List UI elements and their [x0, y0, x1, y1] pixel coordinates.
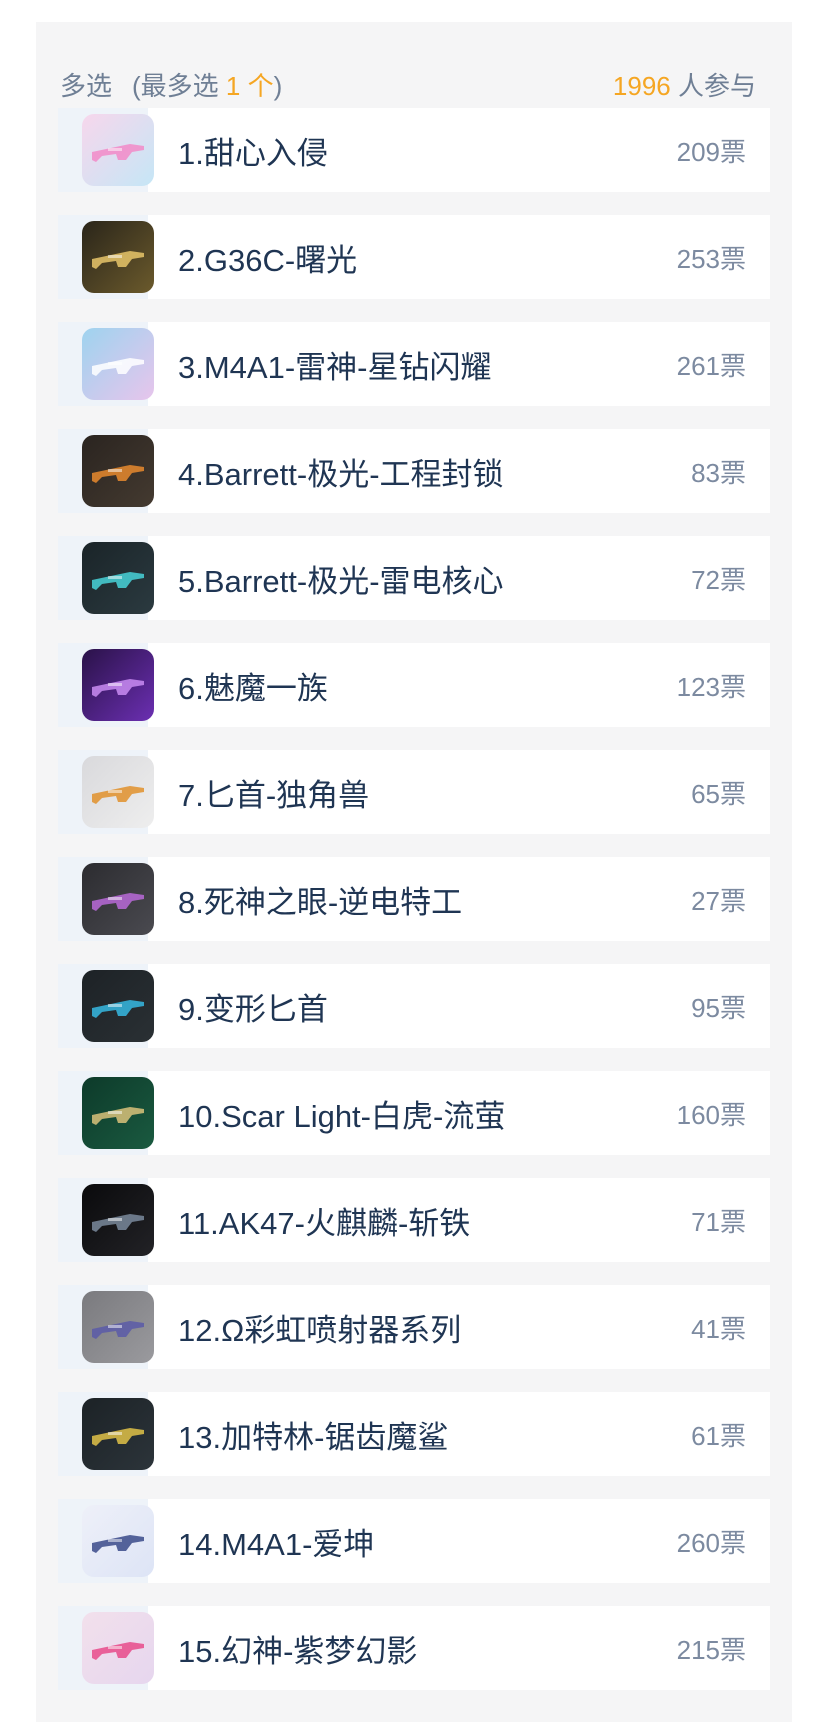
selection-mode: 多选 (最多选 1 个) [60, 66, 282, 103]
reaper-eye-thumbnail [82, 863, 154, 935]
poll-option[interactable]: 8.死神之眼-逆电特工 27票 [58, 857, 770, 941]
transform-dagger-thumbnail [82, 970, 154, 1042]
m4a1-thor-thumbnail [82, 328, 154, 400]
vote-count: 209票 [676, 136, 746, 167]
vote-count: 123票 [676, 671, 746, 702]
vote-count: 215票 [676, 1634, 746, 1665]
option-label: 15.幻神-紫梦幻影 [178, 1633, 418, 1669]
poll-option[interactable]: 11.AK47-火麒麟-斩铁 71票 [58, 1178, 770, 1262]
succubus-thumbnail [82, 649, 154, 721]
poll-option[interactable]: 6.魅魔一族 123票 [58, 643, 770, 727]
option-label: 8.死神之眼-逆电特工 [178, 884, 463, 920]
option-label: 1.甜心入侵 [178, 135, 328, 171]
option-label: 6.魅魔一族 [178, 670, 328, 706]
barrett-aurora-thunder-thumbnail [82, 542, 154, 614]
vote-count: 260票 [676, 1527, 746, 1558]
sweetheart-gun-thumbnail [82, 114, 154, 186]
option-label: 13.加特林-锯齿魔鲨 [178, 1419, 449, 1455]
scar-light-tiger-thumbnail [82, 1077, 154, 1149]
poll-option[interactable]: 10.Scar Light-白虎-流萤 160票 [58, 1071, 770, 1155]
poll-option[interactable]: 1.甜心入侵 209票 [58, 108, 770, 192]
poll-header: 多选 (最多选 1 个) 1996 人参与 [60, 62, 756, 106]
option-label: 10.Scar Light-白虎-流萤 [178, 1098, 506, 1134]
g36c-dawn-thumbnail [82, 221, 154, 293]
option-label: 7.匕首-独角兽 [178, 777, 370, 813]
poll-option[interactable]: 5.Barrett-极光-雷电核心 72票 [58, 536, 770, 620]
poll-option[interactable]: 14.M4A1-爱坤 260票 [58, 1499, 770, 1583]
mode-label: 多选 [60, 70, 113, 101]
poll-option[interactable]: 7.匕首-独角兽 65票 [58, 750, 770, 834]
poll-option[interactable]: 2.G36C-曙光 253票 [58, 215, 770, 299]
vote-count: 160票 [676, 1099, 746, 1130]
poll-option[interactable]: 3.M4A1-雷神-星钻闪耀 261票 [58, 322, 770, 406]
vote-count: 72票 [691, 564, 746, 595]
vote-count: 253票 [676, 243, 746, 274]
option-label: 9.变形匕首 [178, 991, 328, 1027]
phantom-purple-dream-thumbnail [82, 1612, 154, 1684]
option-label: 12.Ω彩虹喷射器系列 [178, 1312, 462, 1348]
poll-option[interactable]: 12.Ω彩虹喷射器系列 41票 [58, 1285, 770, 1369]
vote-count: 83票 [691, 457, 746, 488]
vote-count: 261票 [676, 350, 746, 381]
limit-count: 1 个 [225, 70, 274, 101]
poll-panel: 多选 (最多选 1 个) 1996 人参与 1.甜心入侵 209票 2.G36C-曙光… [36, 22, 792, 1722]
vote-count: 27票 [691, 885, 746, 916]
barrett-aurora-engineering-thumbnail [82, 435, 154, 507]
participants: 1996 人参与 [613, 66, 756, 103]
option-label: 4.Barrett-极光-工程封锁 [178, 456, 504, 492]
option-label: 5.Barrett-极光-雷电核心 [178, 563, 504, 599]
option-label: 3.M4A1-雷神-星钻闪耀 [178, 349, 492, 385]
gatling-shark-thumbnail [82, 1398, 154, 1470]
dagger-unicorn-thumbnail [82, 756, 154, 828]
option-label: 11.AK47-火麒麟-斩铁 [178, 1205, 471, 1241]
poll-option-list: 1.甜心入侵 209票 2.G36C-曙光 253票 3.M4A1-雷神-星钻闪耀 261… [58, 108, 770, 1713]
m4a1-aikun-thumbnail [82, 1505, 154, 1577]
limit-prefix: (最多选 [132, 70, 226, 101]
vote-count: 95票 [691, 992, 746, 1023]
vote-count: 71票 [691, 1206, 746, 1237]
poll-option[interactable]: 9.变形匕首 95票 [58, 964, 770, 1048]
option-label: 2.G36C-曙光 [178, 242, 358, 278]
ak47-fire-kirin-thumbnail [82, 1184, 154, 1256]
poll-option[interactable]: 4.Barrett-极光-工程封锁 83票 [58, 429, 770, 513]
vote-count: 61票 [691, 1420, 746, 1451]
vote-count: 41票 [691, 1313, 746, 1344]
poll-option[interactable]: 15.幻神-紫梦幻影 215票 [58, 1606, 770, 1690]
poll-option[interactable]: 13.加特林-锯齿魔鲨 61票 [58, 1392, 770, 1476]
vote-count: 65票 [691, 778, 746, 809]
participants-count: 1996 [612, 70, 671, 101]
rainbow-jet-thumbnail [82, 1291, 154, 1363]
limit-suffix: ) [273, 70, 283, 101]
participants-suffix: 人参与 [670, 70, 756, 101]
option-label: 14.M4A1-爱坤 [178, 1526, 375, 1562]
